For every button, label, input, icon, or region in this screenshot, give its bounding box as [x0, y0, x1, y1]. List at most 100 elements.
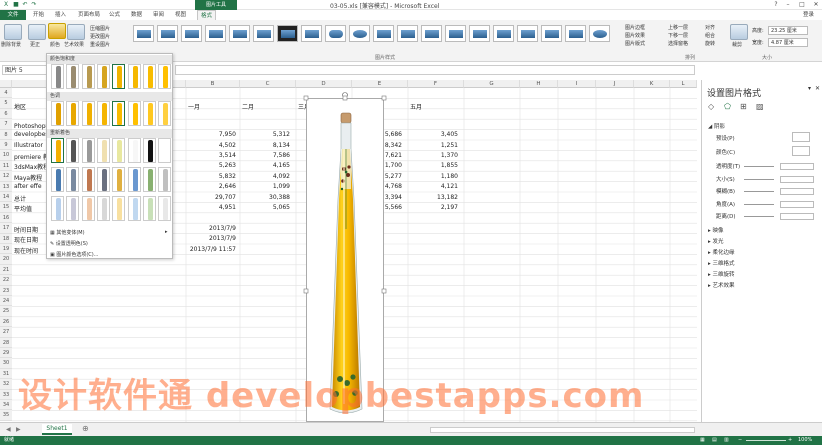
zoom-slider[interactable] — [746, 440, 786, 441]
tab-file[interactable]: 文件 — [0, 10, 26, 20]
col-header-j[interactable]: J — [596, 80, 634, 88]
pane-section-artistic[interactable]: ▸ 艺术效果 — [708, 281, 735, 289]
color-variant-swatch[interactable] — [142, 138, 156, 163]
picture-style-8[interactable] — [301, 25, 322, 42]
align-button[interactable]: 对齐 — [705, 24, 715, 31]
row-header[interactable]: 18 — [0, 233, 12, 244]
color-variant-swatch[interactable] — [81, 196, 95, 221]
undo-icon[interactable]: ↶ — [21, 1, 29, 8]
cell-time-label[interactable]: 现在时间 — [14, 246, 38, 255]
row-header[interactable]: 10 — [0, 150, 12, 161]
send-backward-button[interactable]: 下移一层 — [668, 32, 688, 39]
row-header[interactable]: 5 — [0, 98, 12, 109]
picture-style-14[interactable] — [445, 25, 466, 42]
col-header-k[interactable]: K — [634, 80, 670, 88]
color-variant-swatch[interactable] — [158, 101, 172, 126]
picture-style-10[interactable] — [349, 25, 370, 42]
change-picture-button[interactable]: 更改图片 — [90, 33, 110, 40]
page-break-view-icon[interactable]: ▥ — [724, 436, 729, 445]
close-icon[interactable]: ✕ — [810, 0, 822, 10]
cell-f6[interactable]: 五月 — [410, 102, 422, 111]
tab-view[interactable]: 视图 — [172, 10, 189, 20]
distance-input[interactable] — [780, 213, 814, 220]
cell-time-label[interactable]: 现在日期 — [14, 235, 38, 244]
picture-style-9[interactable] — [325, 25, 346, 42]
row-header[interactable]: 33 — [0, 389, 12, 400]
picture-border-button[interactable]: 图片边框 — [625, 24, 645, 31]
transparency-input[interactable] — [780, 163, 814, 170]
row-header[interactable]: 6 — [0, 108, 12, 120]
select-all-corner[interactable] — [0, 80, 12, 88]
crop-icon[interactable] — [730, 24, 748, 40]
picture-color-options-menu-item[interactable]: ▣ 图片颜色选项(C)... — [50, 251, 99, 258]
row-header[interactable]: 29 — [0, 348, 12, 359]
cell-avg-label[interactable]: 平均值 — [14, 204, 32, 213]
picture-style-17[interactable] — [517, 25, 538, 42]
cell-c-value[interactable]: 1,099 — [240, 183, 290, 190]
color-variant-swatch[interactable] — [112, 196, 126, 221]
col-header-e[interactable]: E — [352, 80, 408, 88]
cell-b-avg[interactable]: 4,951 — [186, 204, 236, 211]
row-header[interactable]: 7 — [0, 119, 12, 130]
cell-f-value[interactable]: 1,180 — [408, 173, 458, 180]
cell-f-value[interactable]: 1,855 — [408, 162, 458, 169]
cell-c-value[interactable]: 7,586 — [240, 152, 290, 159]
color-variant-swatch[interactable] — [96, 196, 110, 221]
cell-f-avg[interactable]: 2,197 — [408, 204, 458, 211]
horizontal-scrollbar[interactable] — [430, 427, 695, 433]
color-variant-swatch[interactable] — [51, 167, 64, 192]
tab-data[interactable]: 数据 — [128, 10, 145, 20]
tab-home[interactable]: 开始 — [30, 10, 47, 20]
scroll-left-icon[interactable]: ◀ — [6, 426, 11, 433]
picture-layout-button[interactable]: 图片版式 — [625, 40, 645, 47]
cell-time-value[interactable]: 2013/7/9 11:57 — [186, 246, 236, 253]
color-variant-swatch[interactable] — [96, 64, 110, 89]
col-header-d[interactable]: D — [296, 80, 352, 88]
tab-page-layout[interactable]: 页面布局 — [75, 10, 103, 20]
scroll-right-icon[interactable]: ▶ — [16, 426, 21, 433]
corrections-icon[interactable] — [28, 24, 46, 40]
color-variant-swatch[interactable] — [66, 101, 80, 126]
color-variant-swatch[interactable] — [127, 101, 141, 126]
zoom-out-icon[interactable]: − — [738, 436, 742, 445]
color-variant-swatch[interactable] — [96, 101, 110, 126]
compress-pictures-button[interactable]: 压缩图片 — [90, 25, 110, 32]
picture-style-1[interactable] — [133, 25, 154, 42]
color-variant-swatch[interactable] — [51, 101, 64, 126]
color-variant-swatch[interactable] — [158, 64, 172, 89]
pane-options-icon[interactable]: ▾ — [808, 85, 811, 92]
pane-close-icon[interactable]: ✕ — [815, 85, 820, 92]
cell-c-avg[interactable]: 5,065 — [240, 204, 290, 211]
picture-effects-button[interactable]: 图片效果 — [625, 32, 645, 39]
picture-icon[interactable]: ▨ — [756, 102, 764, 111]
row-header[interactable]: 23 — [0, 285, 12, 296]
new-sheet-icon[interactable]: ⊕ — [82, 424, 89, 433]
save-icon[interactable]: ■ — [12, 1, 20, 8]
col-header-i[interactable]: I — [558, 80, 596, 88]
row-header[interactable]: 4 — [0, 88, 12, 99]
row-header[interactable]: 32 — [0, 379, 12, 390]
row-header[interactable]: 12 — [0, 171, 12, 182]
cell-c-value[interactable]: 4,092 — [240, 173, 290, 180]
row-header[interactable]: 31 — [0, 368, 12, 380]
row-header[interactable]: 21 — [0, 264, 12, 276]
cell-b-value[interactable]: 4,502 — [186, 142, 236, 149]
size-properties-icon[interactable]: ⊞ — [740, 102, 747, 111]
sign-in-link[interactable]: 登录 — [800, 10, 817, 20]
color-variant-swatch[interactable] — [96, 167, 110, 192]
row-header[interactable]: 27 — [0, 327, 12, 338]
cell-f-value[interactable]: 3,405 — [408, 131, 458, 138]
angle-input[interactable] — [780, 200, 814, 208]
page-layout-view-icon[interactable]: ▤ — [712, 436, 717, 445]
height-input[interactable]: 23.25 厘米 — [768, 26, 808, 35]
picture-style-13[interactable] — [421, 25, 442, 42]
color-variant-swatch[interactable] — [112, 138, 126, 163]
color-variant-swatch[interactable] — [112, 64, 126, 89]
color-variant-swatch[interactable] — [81, 101, 95, 126]
color-variant-swatch[interactable] — [127, 138, 141, 163]
remove-background-icon[interactable] — [4, 24, 22, 40]
formula-bar[interactable] — [175, 65, 695, 75]
group-button[interactable]: 组合 — [705, 32, 715, 39]
rotate-button[interactable]: 旋转 — [705, 40, 715, 47]
row-header[interactable]: 17 — [0, 223, 12, 234]
